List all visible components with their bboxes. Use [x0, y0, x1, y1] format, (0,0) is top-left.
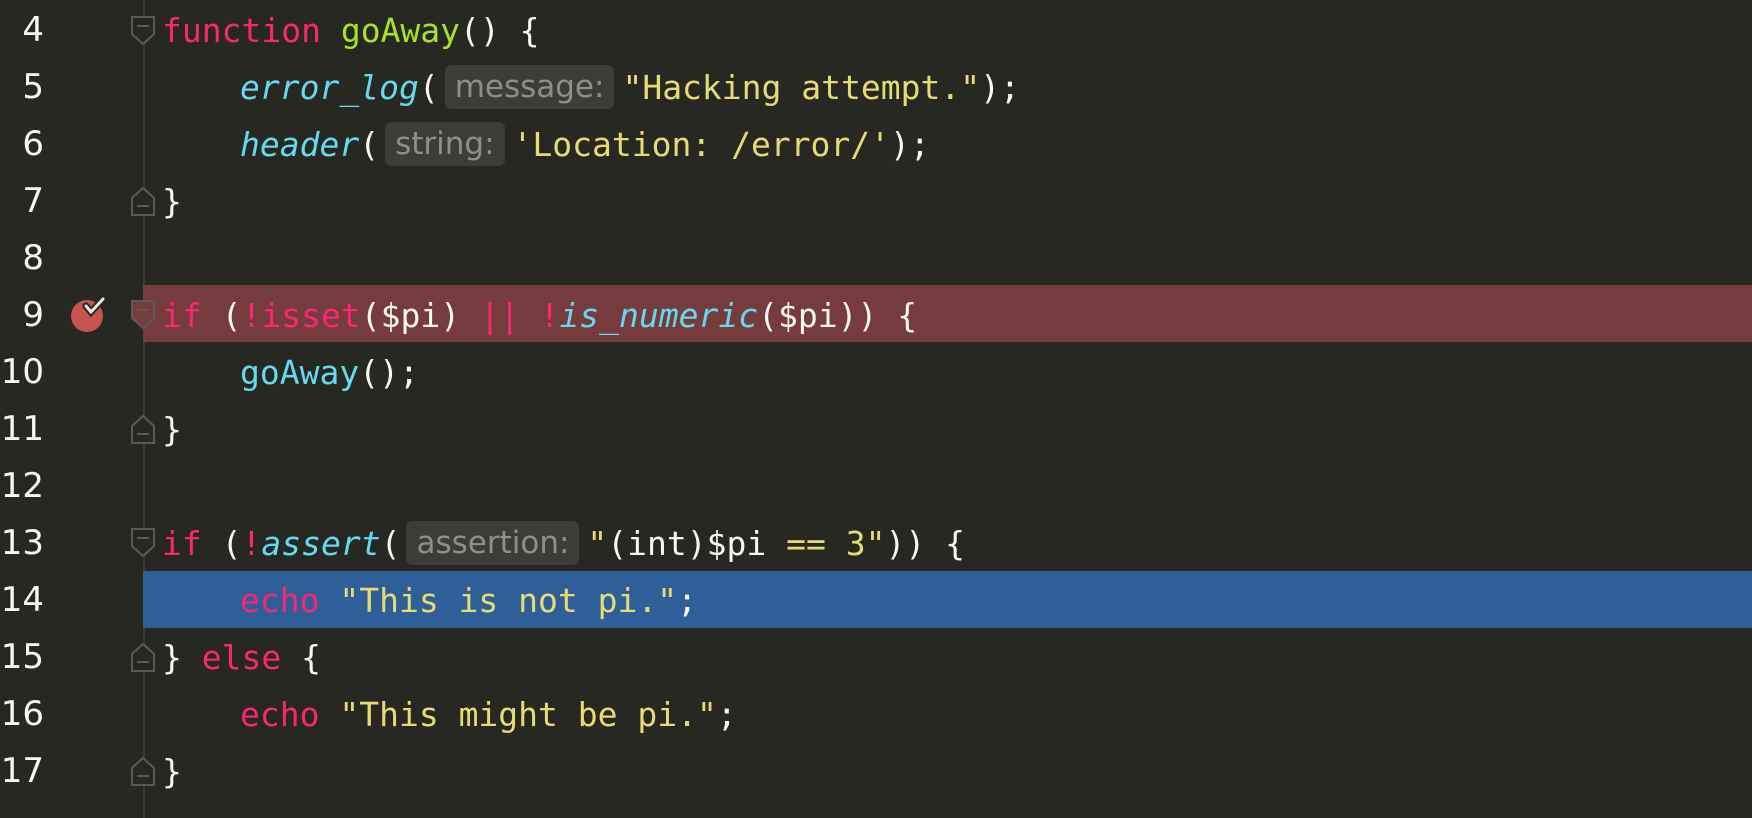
code-text: ); — [980, 68, 1020, 107]
code-text: )) { — [885, 524, 965, 563]
code-text: ( — [201, 524, 242, 563]
code-text: ( — [359, 125, 380, 164]
number-literal: 3 — [845, 524, 866, 563]
string-literal: "This is not pi." — [339, 581, 678, 620]
fold-open-icon[interactable] — [131, 300, 155, 330]
parameter-hint: string: — [385, 121, 505, 166]
keyword: if — [162, 524, 202, 563]
code-line-15[interactable]: } else { — [162, 629, 321, 686]
line-number[interactable]: 17 — [0, 743, 44, 800]
fold-open-icon[interactable] — [131, 528, 155, 558]
function-call: is_numeric — [559, 296, 759, 335]
function-call: goAway — [240, 353, 360, 392]
fold-close-icon[interactable] — [131, 642, 155, 672]
code-line-17[interactable]: } — [162, 743, 182, 800]
parameter-hint: assertion: — [406, 520, 580, 565]
line-number[interactable]: 8 — [0, 230, 44, 287]
string-literal: "Hacking attempt." — [622, 68, 981, 107]
code-line-11[interactable]: } — [162, 401, 182, 458]
variable: $pi — [706, 524, 767, 563]
code-line-6[interactable]: header(string: 'Location: /error/'); — [240, 116, 930, 173]
code-line-14[interactable]: echo "This is not pi."; — [240, 572, 697, 629]
operator: || — [479, 296, 520, 335]
line-number[interactable]: 16 — [0, 686, 44, 743]
operator: ! — [241, 296, 262, 335]
fold-close-icon[interactable] — [131, 186, 155, 216]
code-text: () { — [460, 11, 540, 50]
breakpoint-verified-icon[interactable] — [70, 295, 108, 334]
code-text: ( — [380, 524, 401, 563]
fold-close-icon[interactable] — [131, 756, 155, 786]
code-line-7[interactable]: } — [162, 173, 182, 230]
code-line-5[interactable]: error_log(message: "Hacking attempt."); — [240, 59, 1020, 116]
code-line-9[interactable]: if (!isset($pi) || !is_numeric($pi)) { — [162, 287, 917, 344]
operator: ! — [539, 296, 560, 335]
code-line-10[interactable]: goAway(); — [240, 344, 419, 401]
function-call: error_log — [240, 68, 419, 107]
code-text: ); — [890, 125, 930, 164]
string-literal: == — [766, 524, 846, 563]
code-text: { — [281, 638, 321, 677]
line-number[interactable]: 13 — [0, 515, 44, 572]
code-line-4[interactable]: function goAway() { — [162, 2, 540, 59]
code-line-16[interactable]: echo "This might be pi."; — [240, 686, 737, 743]
code-text: } — [162, 752, 182, 791]
string-literal: " — [587, 524, 608, 563]
code-text: ; — [716, 695, 737, 734]
line-number[interactable]: 4 — [0, 2, 44, 59]
line-number[interactable]: 9 — [0, 287, 44, 344]
code-editor[interactable]: 4 5 6 7 8 9 10 11 12 13 14 15 16 17 func… — [0, 0, 1752, 818]
fold-gutter-line — [143, 0, 145, 818]
keyword: if — [162, 296, 202, 335]
line-number[interactable]: 5 — [0, 59, 44, 116]
keyword: function — [162, 11, 321, 50]
keyword: else — [201, 638, 282, 677]
code-text: (); — [359, 353, 419, 392]
line-number[interactable]: 14 — [0, 572, 44, 629]
line-number[interactable]: 12 — [0, 458, 44, 515]
fold-open-icon[interactable] — [131, 16, 155, 46]
keyword: isset — [261, 296, 361, 335]
line-number[interactable]: 6 — [0, 116, 44, 173]
code-text: ( — [418, 68, 439, 107]
code-text: } — [162, 638, 202, 677]
code-text: ($pi)) { — [758, 296, 918, 335]
code-text: (int) — [607, 524, 707, 563]
code-text: } — [162, 182, 182, 221]
line-number[interactable]: 10 — [0, 344, 44, 401]
function-name: goAway — [340, 11, 461, 50]
string-literal: "This might be pi." — [339, 695, 717, 734]
line-number[interactable]: 11 — [0, 401, 44, 458]
line-number[interactable]: 15 — [0, 629, 44, 686]
keyword: echo — [240, 695, 320, 734]
string-literal: " — [865, 524, 886, 563]
operator: ! — [241, 524, 262, 563]
code-text: ( — [201, 296, 242, 335]
function-call: assert — [261, 524, 381, 563]
code-text: } — [162, 410, 182, 449]
fold-close-icon[interactable] — [131, 414, 155, 444]
line-number[interactable]: 7 — [0, 173, 44, 230]
string-literal: 'Location: /error/' — [512, 125, 891, 164]
code-text: ; — [677, 581, 697, 620]
function-call: header — [240, 125, 360, 164]
parameter-hint: message: — [444, 64, 615, 109]
code-line-13[interactable]: if (!assert(assertion: "(int)$pi == 3")) … — [162, 515, 965, 572]
code-text: ($pi) — [360, 296, 480, 335]
keyword: echo — [240, 581, 320, 620]
